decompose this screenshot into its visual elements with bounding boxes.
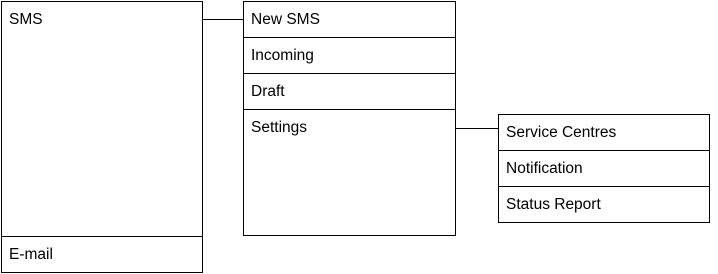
menu-item-label: Settings xyxy=(251,119,308,136)
menu-item-label: New SMS xyxy=(251,11,320,28)
menu-item-label: Incoming xyxy=(251,47,314,64)
menu-item-label: Notification xyxy=(506,160,583,177)
menu-item-status-report[interactable]: Status Report xyxy=(498,186,710,223)
menu-item-label: Draft xyxy=(251,83,285,100)
connector-line-sms xyxy=(202,19,244,20)
menu-item-new-sms[interactable]: New SMS xyxy=(243,1,456,38)
menu-item-settings[interactable]: Settings xyxy=(243,109,456,236)
menu-item-label: SMS xyxy=(9,11,43,28)
menu-item-notification[interactable]: Notification xyxy=(498,150,710,187)
menu-item-label: E-mail xyxy=(9,246,53,263)
menu-item-label: Status Report xyxy=(506,196,601,213)
menu-item-draft[interactable]: Draft xyxy=(243,73,456,110)
menu-item-label: Service Centres xyxy=(506,124,617,141)
menu-item-incoming[interactable]: Incoming xyxy=(243,37,456,74)
menu-item-email[interactable]: E-mail xyxy=(1,236,203,273)
connector-line-settings xyxy=(455,128,499,129)
menu-item-service-centres[interactable]: Service Centres xyxy=(498,114,710,151)
menu-item-sms[interactable]: SMS xyxy=(1,1,203,237)
